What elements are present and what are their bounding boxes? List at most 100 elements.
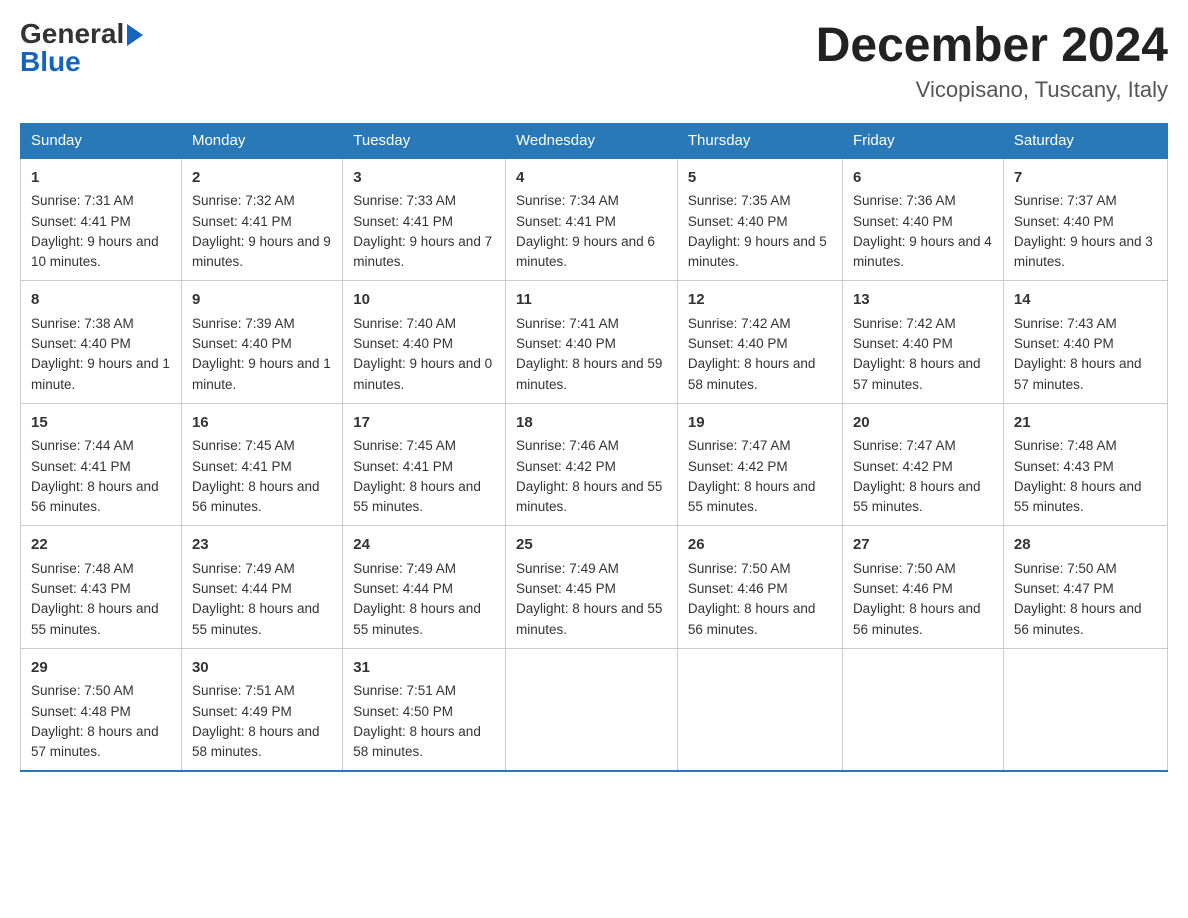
calendar-cell: 4 Sunrise: 7:34 AM Sunset: 4:41 PM Dayli… (506, 158, 678, 281)
day-number: 13 (853, 289, 993, 312)
sunset-label: Sunset: 4:41 PM (192, 459, 292, 474)
sunset-label: Sunset: 4:50 PM (353, 704, 453, 719)
day-number: 7 (1014, 167, 1157, 190)
calendar-cell: 2 Sunrise: 7:32 AM Sunset: 4:41 PM Dayli… (181, 158, 342, 281)
sunrise-label: Sunrise: 7:32 AM (192, 193, 295, 208)
logo-arrow-icon (127, 24, 143, 46)
sunrise-label: Sunrise: 7:50 AM (1014, 561, 1117, 576)
day-number: 15 (31, 412, 171, 435)
sunset-label: Sunset: 4:42 PM (853, 459, 953, 474)
sunset-label: Sunset: 4:40 PM (31, 336, 131, 351)
sunrise-label: Sunrise: 7:49 AM (516, 561, 619, 576)
logo-text-blue: Blue (20, 48, 81, 76)
sunset-label: Sunset: 4:40 PM (1014, 214, 1114, 229)
sunrise-label: Sunrise: 7:41 AM (516, 316, 619, 331)
calendar-cell: 3 Sunrise: 7:33 AM Sunset: 4:41 PM Dayli… (343, 158, 506, 281)
sunset-label: Sunset: 4:45 PM (516, 581, 616, 596)
daylight-label: Daylight: 8 hours and 55 minutes. (688, 479, 816, 514)
logo: General Blue (20, 20, 143, 76)
calendar-cell: 7 Sunrise: 7:37 AM Sunset: 4:40 PM Dayli… (1003, 158, 1167, 281)
sunrise-label: Sunrise: 7:40 AM (353, 316, 456, 331)
daylight-label: Daylight: 8 hours and 55 minutes. (516, 479, 662, 514)
calendar-cell: 31 Sunrise: 7:51 AM Sunset: 4:50 PM Dayl… (343, 648, 506, 771)
sunset-label: Sunset: 4:40 PM (688, 336, 788, 351)
day-number: 20 (853, 412, 993, 435)
calendar-cell: 9 Sunrise: 7:39 AM Sunset: 4:40 PM Dayli… (181, 281, 342, 404)
sunset-label: Sunset: 4:40 PM (853, 336, 953, 351)
sunset-label: Sunset: 4:40 PM (688, 214, 788, 229)
header-wednesday: Wednesday (506, 123, 678, 158)
sunrise-label: Sunrise: 7:31 AM (31, 193, 134, 208)
daylight-label: Daylight: 8 hours and 56 minutes. (1014, 601, 1142, 636)
calendar-cell: 16 Sunrise: 7:45 AM Sunset: 4:41 PM Dayl… (181, 403, 342, 526)
daylight-label: Daylight: 8 hours and 55 minutes. (353, 479, 481, 514)
daylight-label: Daylight: 8 hours and 55 minutes. (192, 601, 320, 636)
header-sunday: Sunday (21, 123, 182, 158)
day-number: 24 (353, 534, 495, 557)
calendar-cell: 6 Sunrise: 7:36 AM Sunset: 4:40 PM Dayli… (842, 158, 1003, 281)
daylight-label: Daylight: 9 hours and 3 minutes. (1014, 234, 1153, 269)
daylight-label: Daylight: 8 hours and 58 minutes. (688, 356, 816, 391)
calendar-cell: 14 Sunrise: 7:43 AM Sunset: 4:40 PM Dayl… (1003, 281, 1167, 404)
day-number: 31 (353, 657, 495, 680)
day-number: 30 (192, 657, 332, 680)
calendar-cell: 22 Sunrise: 7:48 AM Sunset: 4:43 PM Dayl… (21, 526, 182, 649)
sunset-label: Sunset: 4:41 PM (31, 459, 131, 474)
daylight-label: Daylight: 9 hours and 0 minutes. (353, 356, 492, 391)
calendar-cell: 26 Sunrise: 7:50 AM Sunset: 4:46 PM Dayl… (677, 526, 842, 649)
calendar-cell: 20 Sunrise: 7:47 AM Sunset: 4:42 PM Dayl… (842, 403, 1003, 526)
day-number: 17 (353, 412, 495, 435)
daylight-label: Daylight: 9 hours and 1 minute. (31, 356, 170, 391)
day-number: 18 (516, 412, 667, 435)
calendar-cell (842, 648, 1003, 771)
day-number: 9 (192, 289, 332, 312)
day-number: 29 (31, 657, 171, 680)
day-number: 8 (31, 289, 171, 312)
sunrise-label: Sunrise: 7:50 AM (31, 683, 134, 698)
calendar-cell: 17 Sunrise: 7:45 AM Sunset: 4:41 PM Dayl… (343, 403, 506, 526)
calendar-cell: 5 Sunrise: 7:35 AM Sunset: 4:40 PM Dayli… (677, 158, 842, 281)
sunset-label: Sunset: 4:46 PM (853, 581, 953, 596)
sunset-label: Sunset: 4:41 PM (192, 214, 292, 229)
calendar-week-row: 29 Sunrise: 7:50 AM Sunset: 4:48 PM Dayl… (21, 648, 1168, 771)
calendar-cell: 1 Sunrise: 7:31 AM Sunset: 4:41 PM Dayli… (21, 158, 182, 281)
sunset-label: Sunset: 4:40 PM (353, 336, 453, 351)
sunrise-label: Sunrise: 7:38 AM (31, 316, 134, 331)
calendar-cell: 23 Sunrise: 7:49 AM Sunset: 4:44 PM Dayl… (181, 526, 342, 649)
day-number: 25 (516, 534, 667, 557)
calendar-week-row: 22 Sunrise: 7:48 AM Sunset: 4:43 PM Dayl… (21, 526, 1168, 649)
day-number: 4 (516, 167, 667, 190)
day-number: 23 (192, 534, 332, 557)
calendar-cell: 29 Sunrise: 7:50 AM Sunset: 4:48 PM Dayl… (21, 648, 182, 771)
daylight-label: Daylight: 8 hours and 56 minutes. (31, 479, 159, 514)
sunrise-label: Sunrise: 7:33 AM (353, 193, 456, 208)
sunset-label: Sunset: 4:47 PM (1014, 581, 1114, 596)
daylight-label: Daylight: 8 hours and 59 minutes. (516, 356, 662, 391)
daylight-label: Daylight: 8 hours and 55 minutes. (353, 601, 481, 636)
calendar-cell: 19 Sunrise: 7:47 AM Sunset: 4:42 PM Dayl… (677, 403, 842, 526)
calendar-header-row: Sunday Monday Tuesday Wednesday Thursday… (21, 123, 1168, 158)
sunset-label: Sunset: 4:42 PM (688, 459, 788, 474)
daylight-label: Daylight: 8 hours and 55 minutes. (1014, 479, 1142, 514)
sunrise-label: Sunrise: 7:50 AM (688, 561, 791, 576)
calendar-cell (677, 648, 842, 771)
calendar-cell: 11 Sunrise: 7:41 AM Sunset: 4:40 PM Dayl… (506, 281, 678, 404)
calendar-week-row: 15 Sunrise: 7:44 AM Sunset: 4:41 PM Dayl… (21, 403, 1168, 526)
header-monday: Monday (181, 123, 342, 158)
daylight-label: Daylight: 8 hours and 58 minutes. (353, 724, 481, 759)
sunrise-label: Sunrise: 7:45 AM (353, 438, 456, 453)
calendar-cell: 28 Sunrise: 7:50 AM Sunset: 4:47 PM Dayl… (1003, 526, 1167, 649)
logo-text-general: General (20, 20, 124, 48)
sunrise-label: Sunrise: 7:44 AM (31, 438, 134, 453)
sunrise-label: Sunrise: 7:46 AM (516, 438, 619, 453)
daylight-label: Daylight: 8 hours and 57 minutes. (31, 724, 159, 759)
daylight-label: Daylight: 8 hours and 55 minutes. (31, 601, 159, 636)
calendar-cell (1003, 648, 1167, 771)
sunset-label: Sunset: 4:40 PM (1014, 336, 1114, 351)
daylight-label: Daylight: 9 hours and 5 minutes. (688, 234, 827, 269)
sunset-label: Sunset: 4:44 PM (192, 581, 292, 596)
day-number: 22 (31, 534, 171, 557)
sunrise-label: Sunrise: 7:39 AM (192, 316, 295, 331)
calendar-subtitle: Vicopisano, Tuscany, Italy (816, 77, 1168, 103)
sunrise-label: Sunrise: 7:51 AM (192, 683, 295, 698)
